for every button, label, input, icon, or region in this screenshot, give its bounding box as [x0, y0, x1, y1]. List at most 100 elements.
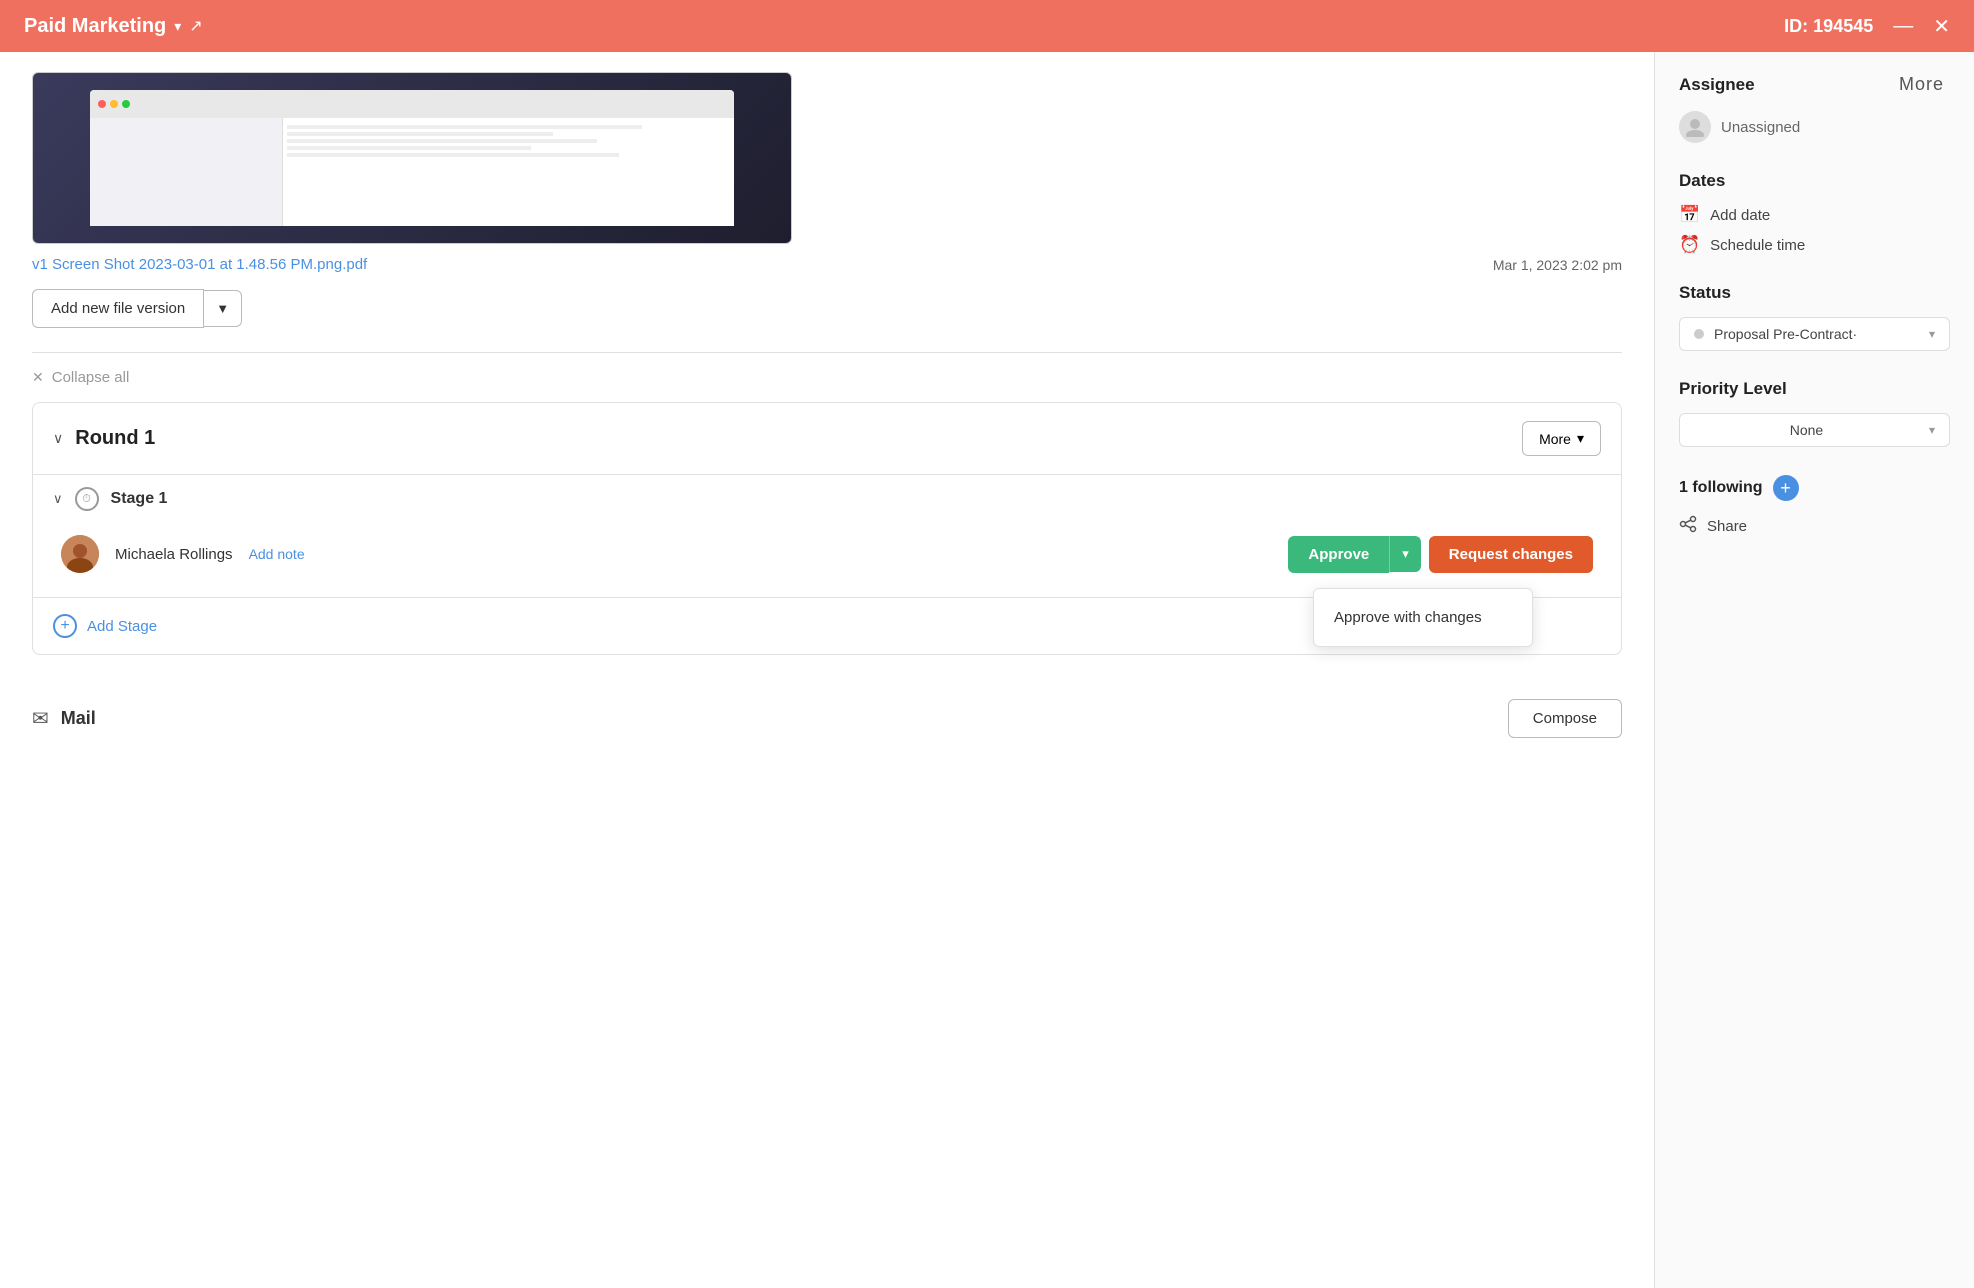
person-icon	[1685, 117, 1705, 137]
file-actions: Add new file version ▼	[32, 289, 1622, 328]
assignee-section-header: Assignee More	[1679, 72, 1950, 97]
priority-section-header: Priority Level	[1679, 379, 1950, 399]
round-more-label: More	[1539, 431, 1571, 447]
assignee-avatar-icon	[1679, 111, 1711, 143]
stage-chevron-icon[interactable]: ∨	[53, 491, 63, 507]
dates-section: Dates 📅 Add date ⏰ Schedule time	[1679, 171, 1950, 255]
schedule-time-row[interactable]: ⏰ Schedule time	[1679, 235, 1950, 255]
round-header: ∨ Round 1 More ▾	[33, 403, 1621, 474]
approve-button[interactable]: Approve	[1288, 536, 1389, 573]
request-changes-button[interactable]: Request changes	[1429, 536, 1593, 573]
reviewer-name: Michaela Rollings	[115, 546, 233, 563]
round-section: ∨ Round 1 More ▾ ∨ ⏱ Stage 1	[32, 402, 1622, 655]
compose-button[interactable]: Compose	[1508, 699, 1622, 738]
project-title[interactable]: Paid Marketing	[24, 15, 166, 38]
topbar-right: ID: 194545 — ✕	[1784, 14, 1950, 39]
add-date-label: Add date	[1710, 207, 1770, 224]
approve-menu: Approve with changes	[1313, 588, 1533, 647]
stage-section: ∨ ⏱ Stage 1 Michaela Rollings Add note	[33, 474, 1621, 597]
following-count: 1 following	[1679, 479, 1763, 497]
file-meta: v1 Screen Shot 2023-03-01 at 1.48.56 PM.…	[32, 256, 1622, 273]
main-layout: v1 Screen Shot 2023-03-01 at 1.48.56 PM.…	[0, 52, 1974, 1288]
window-dot-yellow	[110, 100, 118, 108]
add-version-dropdown-button[interactable]: ▼	[204, 290, 242, 327]
window-dot-green	[122, 100, 130, 108]
minimize-button[interactable]: —	[1893, 15, 1913, 38]
collapse-all-button[interactable]: ✕ Collapse all	[0, 353, 1654, 402]
assignee-section: Assignee More Unassigned	[1679, 72, 1950, 143]
content-panel: v1 Screen Shot 2023-03-01 at 1.48.56 PM.…	[0, 52, 1654, 1288]
share-icon	[1679, 515, 1697, 538]
file-preview-image	[32, 72, 792, 244]
round-title: Round 1	[75, 427, 155, 450]
title-chevron-icon[interactable]: ▾	[174, 18, 181, 35]
file-link[interactable]: v1 Screen Shot 2023-03-01 at 1.48.56 PM.…	[32, 256, 367, 273]
round-more-chevron-icon: ▾	[1577, 430, 1584, 447]
window-dot-red	[98, 100, 106, 108]
close-button[interactable]: ✕	[1933, 14, 1950, 39]
mail-icon: ✉	[32, 706, 49, 731]
right-sidebar: Assignee More Unassigned Dates 📅 Ad	[1654, 52, 1974, 1288]
share-row[interactable]: Share	[1679, 515, 1950, 538]
status-section: Status Proposal Pre-Contract· ▾	[1679, 283, 1950, 351]
topbar: Paid Marketing ▾ ↗ ID: 194545 — ✕	[0, 0, 1974, 52]
round-more-button[interactable]: More ▾	[1522, 421, 1601, 456]
following-row: 1 following +	[1679, 475, 1950, 501]
share-svg-icon	[1679, 515, 1697, 533]
assignee-title: Assignee	[1679, 75, 1755, 95]
status-title: Status	[1679, 283, 1731, 303]
alarm-icon: ⏰	[1679, 235, 1700, 255]
add-version-button[interactable]: Add new file version	[32, 289, 204, 328]
stage-clock-icon: ⏱	[75, 487, 99, 511]
preview-mockup	[33, 73, 791, 243]
preview-mockup-inner	[90, 90, 734, 226]
dates-title: Dates	[1679, 171, 1725, 191]
round-title-group: ∨ Round 1	[53, 427, 155, 450]
priority-section: Priority Level None ▾	[1679, 379, 1950, 447]
share-label: Share	[1707, 518, 1747, 535]
add-stage-icon: +	[53, 614, 77, 638]
following-section: 1 following + Share	[1679, 475, 1950, 538]
file-preview-area: v1 Screen Shot 2023-03-01 at 1.48.56 PM.…	[0, 52, 1654, 328]
approve-with-changes-item[interactable]: Approve with changes	[1314, 595, 1532, 640]
topbar-left: Paid Marketing ▾ ↗	[24, 15, 203, 38]
stage-title: Stage 1	[111, 490, 168, 508]
priority-dropdown[interactable]: None ▾	[1679, 413, 1950, 447]
following-add-button[interactable]: +	[1773, 475, 1799, 501]
reviewer-actions: Approve ▾ Request changes Approve with c…	[1288, 536, 1593, 573]
approve-dropdown-button[interactable]: ▾	[1389, 536, 1421, 572]
external-link-icon[interactable]: ↗	[189, 16, 202, 36]
reviewer-row: Michaela Rollings Add note Approve ▾ Req…	[53, 523, 1601, 585]
collapse-icon: ✕	[32, 369, 44, 386]
assignee-name: Unassigned	[1721, 119, 1800, 136]
file-date: Mar 1, 2023 2:02 pm	[1493, 257, 1622, 273]
preview-sidebar	[90, 118, 283, 226]
mail-label: Mail	[61, 708, 96, 729]
reviewer-avatar	[61, 535, 99, 573]
round-chevron-icon[interactable]: ∨	[53, 430, 63, 447]
status-dropdown[interactable]: Proposal Pre-Contract· ▾	[1679, 317, 1950, 351]
assignee-row[interactable]: Unassigned	[1679, 111, 1950, 143]
preview-content	[283, 118, 734, 226]
priority-value: None	[1694, 422, 1919, 438]
status-dot	[1694, 329, 1704, 339]
mail-section: ✉ Mail Compose	[0, 679, 1654, 758]
priority-title: Priority Level	[1679, 379, 1787, 399]
schedule-time-label: Schedule time	[1710, 237, 1805, 254]
status-value: Proposal Pre-Contract·	[1714, 326, 1919, 342]
preview-mockup-top	[90, 90, 734, 118]
dates-section-header: Dates	[1679, 171, 1950, 191]
status-chevron-icon: ▾	[1929, 327, 1935, 341]
mail-left: ✉ Mail	[32, 706, 96, 731]
priority-chevron-icon: ▾	[1929, 423, 1935, 437]
assignee-more-button[interactable]: More	[1893, 72, 1950, 97]
stage-header: ∨ ⏱ Stage 1	[53, 487, 1601, 511]
status-section-header: Status	[1679, 283, 1950, 303]
add-date-row[interactable]: 📅 Add date	[1679, 205, 1950, 225]
collapse-all-label: Collapse all	[52, 369, 130, 386]
avatar-image	[61, 535, 99, 573]
preview-mockup-body	[90, 118, 734, 226]
task-id: ID: 194545	[1784, 16, 1873, 37]
add-stage-label: Add Stage	[87, 618, 157, 635]
add-note-link[interactable]: Add note	[249, 546, 305, 562]
